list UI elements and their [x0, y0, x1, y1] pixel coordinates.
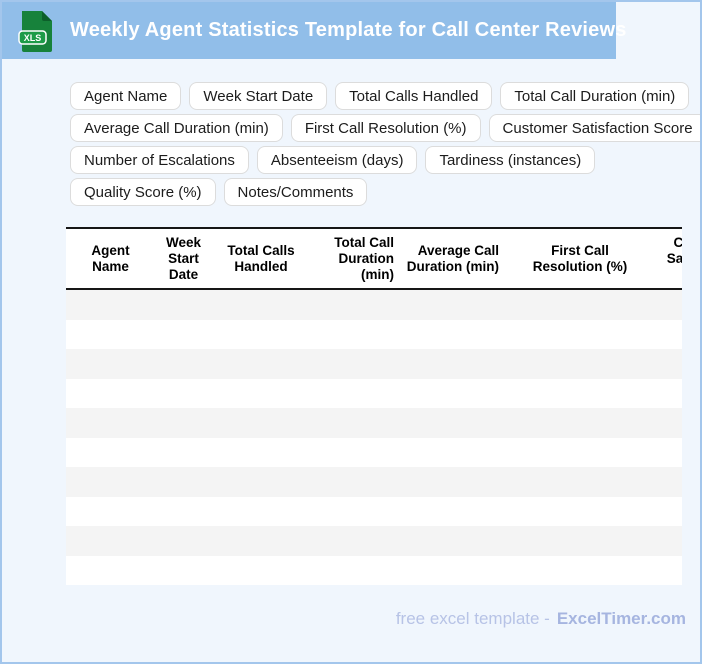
xls-icon-label: XLS — [24, 33, 42, 43]
table-row — [66, 496, 682, 526]
chip-total-call-duration[interactable]: Total Call Duration (min) — [500, 82, 690, 110]
table-row — [66, 408, 682, 438]
page: XLS Weekly Agent Statistics Template for… — [0, 0, 702, 664]
page-title: Weekly Agent Statistics Template for Cal… — [70, 19, 627, 41]
footer-text: free excel template - — [395, 609, 550, 628]
xls-file-icon: XLS — [18, 11, 52, 52]
chip-week-start-date[interactable]: Week Start Date — [189, 82, 328, 110]
table-row — [66, 437, 682, 467]
table-row — [66, 467, 682, 497]
col-header-total-calls-handled: Total Calls Handled — [227, 242, 295, 274]
table-row — [66, 290, 682, 320]
chip-total-calls-handled[interactable]: Total Calls Handled — [335, 82, 493, 110]
chip-row: Agent Name Week Start Date Total Calls H… — [70, 82, 690, 110]
col-header-total-call-duration: Total Call Duration (min) — [334, 234, 394, 282]
chip-tardiness[interactable]: Tardiness (instances) — [425, 146, 596, 174]
chip-absenteeism[interactable]: Absenteeism (days) — [256, 146, 418, 174]
chip-number-of-escalations[interactable]: Number of Escalations — [70, 146, 249, 174]
chip-notes-comments[interactable]: Notes/Comments — [223, 178, 368, 206]
col-header-agent-name: Agent Name — [91, 242, 130, 274]
footer: free excel template - ExcelTimer.com — [396, 609, 686, 629]
spreadsheet-inner: Agent Name Week Start Date Total Calls H… — [66, 227, 682, 585]
spreadsheet-preview: Agent Name Week Start Date Total Calls H… — [66, 227, 682, 585]
chip-quality-score[interactable]: Quality Score (%) — [70, 178, 216, 206]
col-header-average-call-duration: Average Call Duration (min) — [406, 242, 499, 274]
title-banner: XLS Weekly Agent Statistics Template for… — [2, 2, 626, 59]
table-row — [66, 319, 682, 349]
chip-row: Quality Score (%) Notes/Comments — [70, 178, 690, 206]
footer-brand-link[interactable]: ExcelTimer.com — [557, 609, 686, 628]
table-body — [66, 290, 682, 585]
chip-average-call-duration[interactable]: Average Call Duration (min) — [70, 114, 283, 142]
col-header-customer-satisfaction: Customer Satisfaction Score — [666, 235, 682, 266]
table-row — [66, 349, 682, 379]
chip-row: Number of Escalations Absenteeism (days)… — [70, 146, 690, 174]
col-header-first-call-resolution: First Call Resolution (%) — [532, 242, 628, 274]
table-row — [66, 526, 682, 556]
chip-first-call-resolution[interactable]: First Call Resolution (%) — [290, 114, 481, 142]
col-header-week-start-date: Week Start Date — [165, 234, 202, 282]
chip-row: Average Call Duration (min) First Call R… — [70, 114, 700, 142]
chip-customer-satisfaction-score[interactable]: Customer Satisfaction Score — [488, 114, 700, 142]
chip-agent-name[interactable]: Agent Name — [70, 82, 182, 110]
table-row — [66, 555, 682, 585]
table-row — [66, 378, 682, 408]
column-chip-list: Agent Name Week Start Date Total Calls H… — [70, 82, 700, 210]
table-header-row: Agent Name Week Start Date Total Calls H… — [66, 227, 682, 290]
